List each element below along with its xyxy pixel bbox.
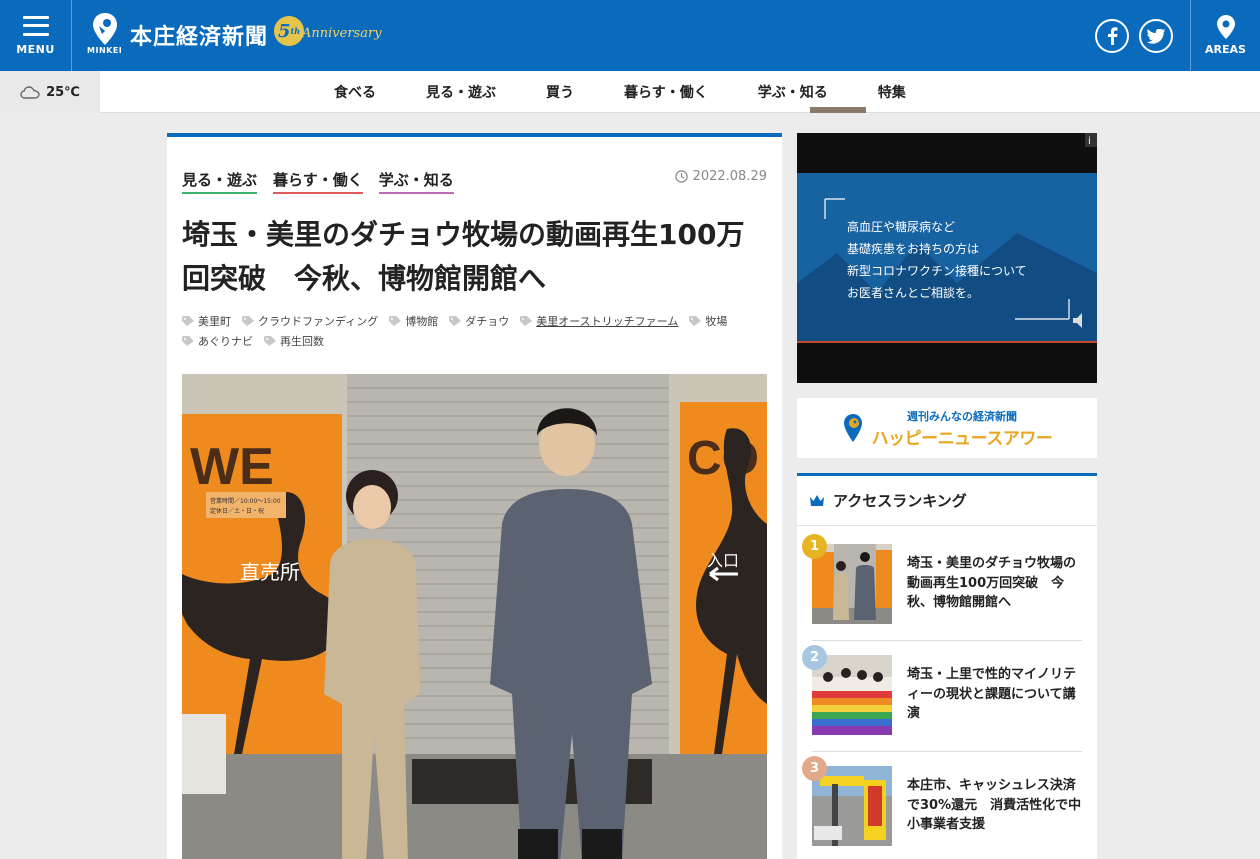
hours-line-1: 営業時間／10:00～15:00 <box>210 497 281 505</box>
location-pin-icon <box>1216 15 1235 39</box>
ad-visual: 高血圧や糖尿病など 基礎疾患をお持ちの方は 新型コロナワクチン接種について お医… <box>797 133 1097 383</box>
photo-illustration: WE CO 直売所 入口 営業時間／10:00～15:00 定休日／土・日・祝 <box>182 374 767 859</box>
nav-item-see-play[interactable]: 見る・遊ぶ <box>401 82 521 102</box>
tag-icon <box>264 336 276 346</box>
tag-item[interactable]: あぐりナビ <box>182 333 253 349</box>
article-tags: 美里町 クラウドファンディング 博物館 ダチョウ 美里オーストリッチファーム 牧… <box>182 313 762 349</box>
tag-label: 美里町 <box>198 315 231 328</box>
ad-line-3: 新型コロナワクチン接種について <box>847 263 1027 278</box>
minkei-bird-icon <box>843 414 862 442</box>
weather-widget: 25℃ <box>0 71 100 113</box>
tag-item[interactable]: ダチョウ <box>449 313 509 329</box>
anniversary-suffix: th <box>290 26 301 36</box>
anniversary-number: 5 <box>277 20 291 42</box>
nav-item-learn[interactable]: 学ぶ・知る <box>733 82 853 102</box>
tag-icon <box>520 316 533 326</box>
ranking-item-1[interactable]: 1 埼玉・美里のダチョウ牧場の動画再生100万回突破 今秋、博物館開館へ <box>802 530 1082 641</box>
tag-item[interactable]: 牧場 <box>689 313 727 329</box>
ranking-thumbnail <box>812 655 892 735</box>
tag-icon <box>689 316 702 326</box>
tag-label: ダチョウ <box>465 315 510 328</box>
nav-item-shop[interactable]: 買う <box>521 82 599 102</box>
article-photo[interactable]: WE CO 直売所 入口 営業時間／10:00～15:00 定休日／土・日・祝 <box>182 374 767 859</box>
minkei-pin-logo: MINKEI <box>87 12 124 58</box>
site-logo[interactable]: MINKEI 本庄経済新聞 5th Anniversary <box>87 12 384 58</box>
ad-line-4: お医者さんとご相談を。 <box>847 285 979 300</box>
bird-pin-icon <box>93 13 117 45</box>
hours-line-2: 定休日／土・日・祝 <box>210 507 264 515</box>
tag-label: 再生回数 <box>280 335 324 348</box>
ranking-thumbnail <box>812 766 892 846</box>
anniversary-word: Anniversary <box>302 26 382 41</box>
article-date: 2022.08.29 <box>674 169 767 184</box>
dropdown-thumbnail-peek <box>810 107 866 113</box>
ad-info-badge[interactable]: i <box>1088 136 1091 147</box>
menu-label: MENU <box>16 42 55 56</box>
clock-icon <box>674 170 688 183</box>
rank-badge: 3 <box>802 756 827 781</box>
tag-label: 美里オーストリッチファーム <box>536 315 679 328</box>
ranking-item-3[interactable]: 3 本庄市、キャッシュレス決済で30%還元 消費活性化で中小事業者支援 <box>802 752 1082 859</box>
rank-badge: 2 <box>802 645 827 670</box>
happy-news-hour-banner[interactable]: 週刊みんなの経済新聞 ハッピーニュースアワー <box>797 398 1097 458</box>
areas-button[interactable]: AREAS <box>1190 0 1260 71</box>
article-card: 見る・遊ぶ 暮らす・働く 学ぶ・知る 2022.08.29 埼玉・美里のダチョウ… <box>167 133 782 859</box>
tag-item[interactable]: 博物館 <box>389 313 438 329</box>
anniversary-badge: 5th Anniversary <box>274 14 384 54</box>
category-nav: 25℃ 食べる 見る・遊ぶ 買う 暮らす・働く 学ぶ・知る 特集 <box>0 71 1260 113</box>
ad-line-2: 基礎疾患をお持ちの方は <box>847 241 979 256</box>
nav-item-features[interactable]: 特集 <box>853 82 931 102</box>
menu-button[interactable]: MENU <box>0 0 72 71</box>
tag-label: 牧場 <box>705 315 728 328</box>
article-categories: 見る・遊ぶ 暮らす・働く 学ぶ・知る <box>182 169 454 194</box>
date-text: 2022.08.29 <box>692 169 767 184</box>
brand-sub: MINKEI <box>87 46 123 55</box>
site-header: MENU MINKEI 本庄経済新聞 5th Anniversary AREAS <box>0 0 1260 71</box>
cloud-icon <box>20 85 40 99</box>
tag-label: あぐりナビ <box>198 335 253 348</box>
ranking-item-title: 埼玉・美里のダチョウ牧場の動画再生100万回突破 今秋、博物館開館へ <box>907 556 1077 610</box>
category-see-play[interactable]: 見る・遊ぶ <box>182 169 258 194</box>
tag-label: クラウドファンディング <box>258 315 379 328</box>
ranking-item-2[interactable]: 2 埼玉・上里で性的マイノリティーの現状と課題について講演 <box>802 641 1082 752</box>
tag-icon <box>242 316 254 326</box>
areas-label: AREAS <box>1205 43 1246 56</box>
hamburger-icon <box>22 15 49 36</box>
tag-icon <box>389 316 402 326</box>
twitter-button[interactable] <box>1139 19 1173 53</box>
site-name: 本庄経済新聞 <box>130 25 269 50</box>
ad-line-1: 高血圧や糖尿病など <box>847 219 955 234</box>
ranking-thumbnail <box>812 544 892 624</box>
ranking-header: アクセスランキング <box>797 476 1097 526</box>
tag-icon <box>182 336 194 346</box>
tag-item[interactable]: クラウドファンディング <box>242 313 378 329</box>
temperature: 25℃ <box>46 84 80 100</box>
tag-icon <box>182 316 194 326</box>
nav-item-eat[interactable]: 食べる <box>309 82 401 102</box>
facebook-icon <box>1108 27 1118 45</box>
tag-icon <box>449 316 462 326</box>
ranking-item-title: 埼玉・上里で性的マイノリティーの現状と課題について講演 <box>907 667 1077 721</box>
tag-item[interactable]: 美里町 <box>182 313 231 329</box>
ranking-item-title: 本庄市、キャッシュレス決済で30%還元 消費活性化で中小事業者支援 <box>907 778 1082 832</box>
twitter-icon <box>1147 28 1165 44</box>
tag-item[interactable]: 美里オーストリッチファーム <box>520 313 678 329</box>
tag-label: 博物館 <box>405 315 439 328</box>
category-learn[interactable]: 学ぶ・知る <box>378 169 454 194</box>
sign-entrance: 入口 <box>707 551 739 570</box>
access-ranking: アクセスランキング 1 埼玉・美里のダチョウ牧場の動画再生100万回突破 今秋、… <box>797 473 1097 859</box>
article-title: 埼玉・美里のダチョウ牧場の動画再生100万回突破 今秋、博物館開館へ <box>182 218 745 295</box>
nav-item-live-work[interactable]: 暮らす・働く <box>599 82 733 102</box>
tag-item[interactable]: 再生回数 <box>264 333 324 349</box>
rank-badge: 1 <box>802 534 827 559</box>
category-live-work[interactable]: 暮らす・働く <box>273 169 363 194</box>
sign-direct-sale: 直売所 <box>240 560 300 584</box>
facebook-button[interactable] <box>1095 19 1129 53</box>
ranking-title: アクセスランキング <box>833 492 967 510</box>
vaccine-ad-banner[interactable]: 高血圧や糖尿病など 基礎疾患をお持ちの方は 新型コロナワクチン接種について お医… <box>797 133 1097 383</box>
happy-line-2: ハッピーニュースアワー <box>871 428 1053 449</box>
happy-line-1: 週刊みんなの経済新聞 <box>907 409 1017 423</box>
wall-text-left: WE <box>190 438 274 496</box>
crown-icon <box>810 495 824 506</box>
